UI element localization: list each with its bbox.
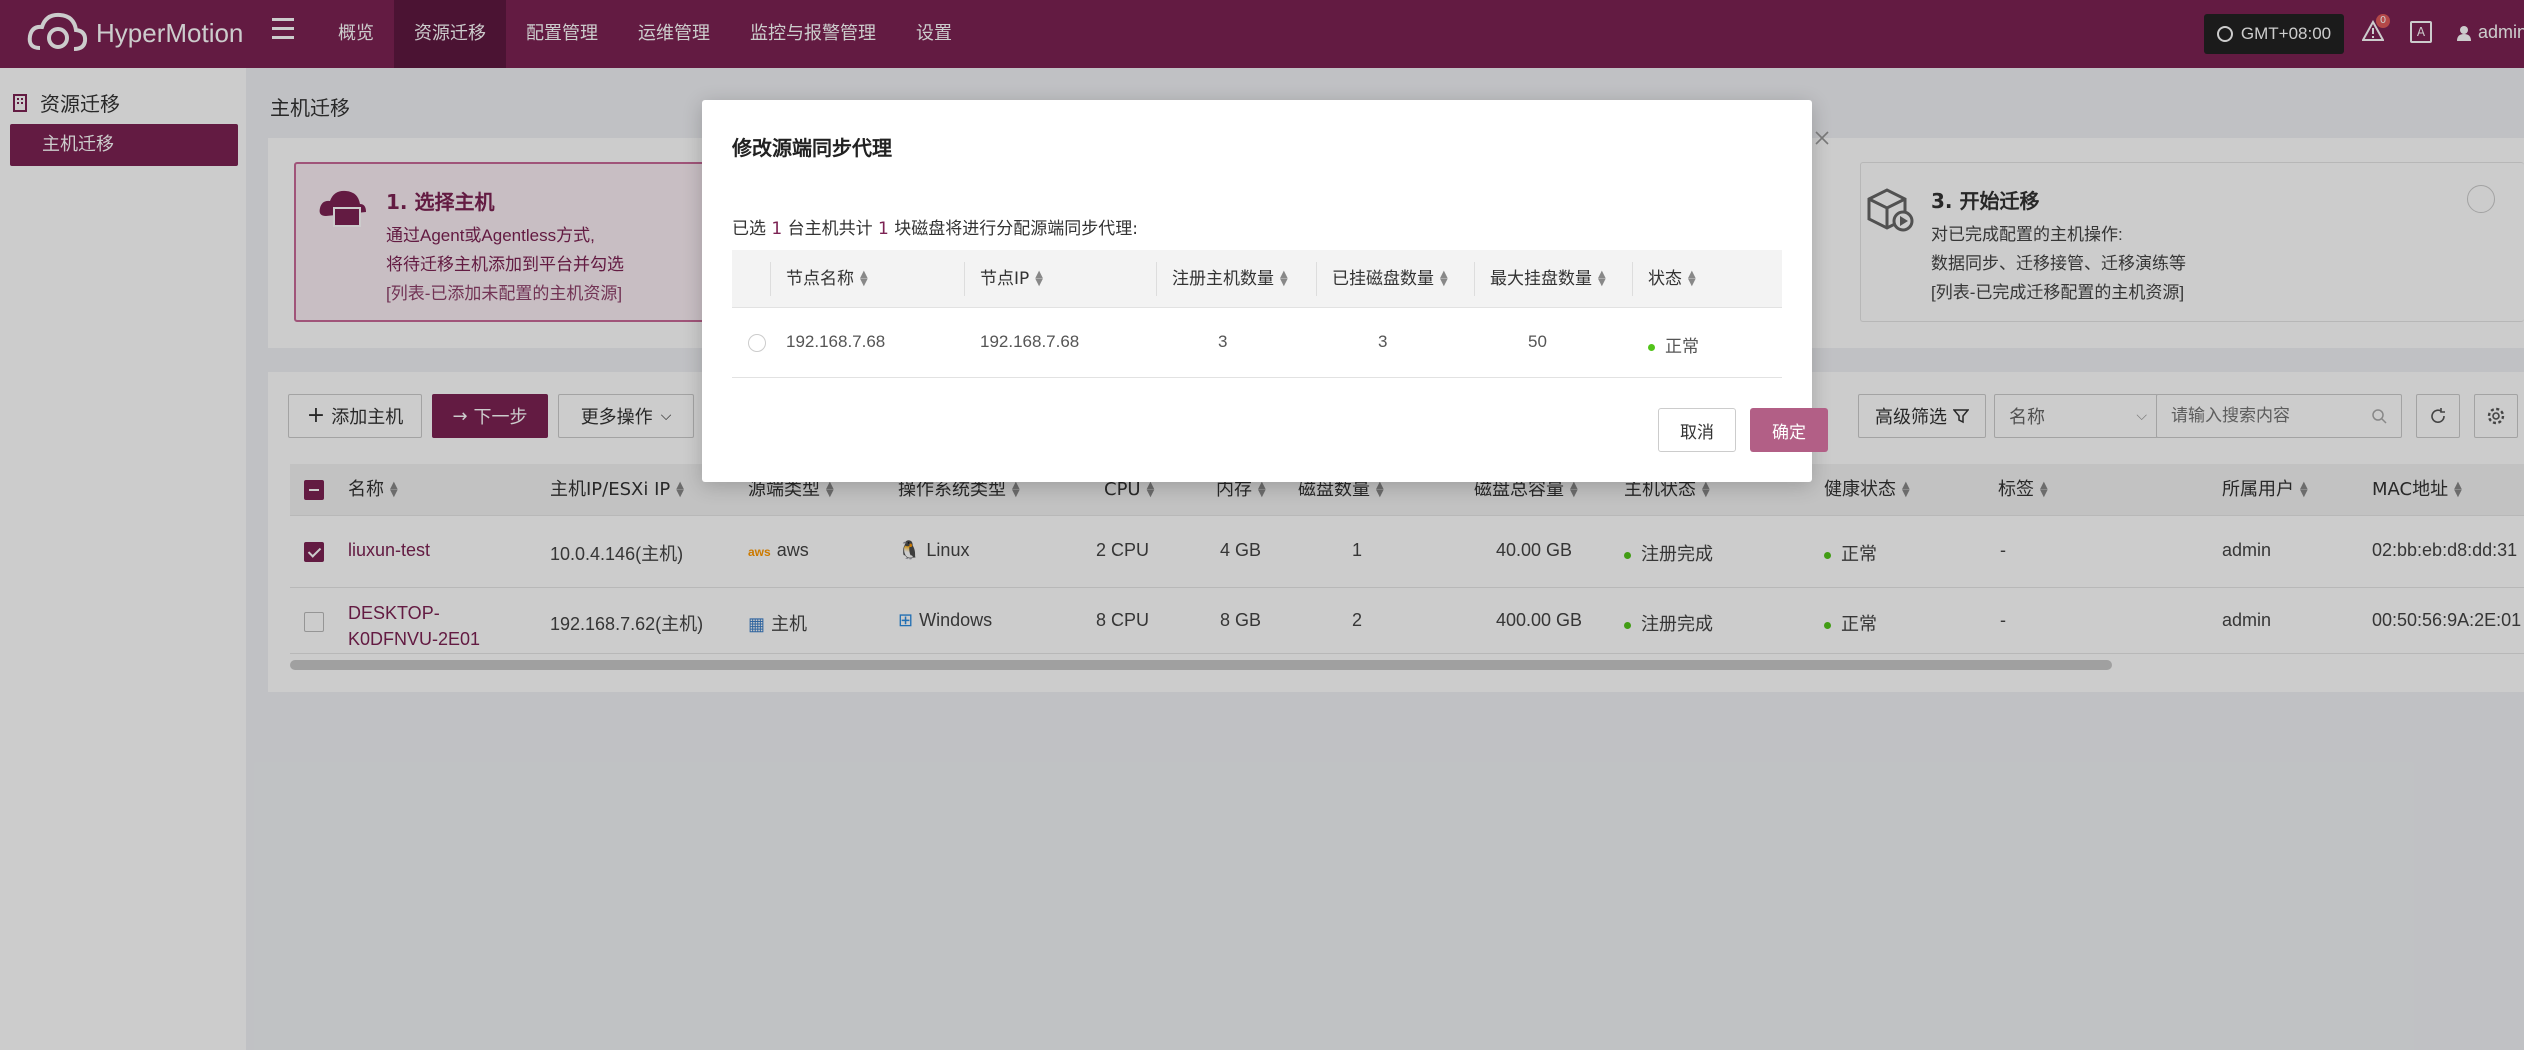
proxy-table-row[interactable]: 192.168.7.68 192.168.7.68 3 3 50 正常 <box>732 308 1782 378</box>
mounted-disks: 3 <box>1378 332 1388 351</box>
registered-hosts: 3 <box>1218 332 1228 351</box>
dialog-title: 修改源端同步代理 <box>732 136 892 160</box>
cancel-button[interactable]: 取消 <box>1658 408 1736 452</box>
col-node-name[interactable]: 节点名称 ▲ ▼ <box>786 250 868 308</box>
col-node-ip[interactable]: 节点IP ▲ ▼ <box>980 250 1043 308</box>
col-max-disks[interactable]: 最大挂盘数量 ▲ ▼ <box>1490 250 1606 308</box>
modify-sync-proxy-dialog: 修改源端同步代理 已选 1 台主机共计 1 块磁盘将进行分配源端同步代理: 节点… <box>702 100 1829 482</box>
node-name: 192.168.7.68 <box>786 332 886 351</box>
col-status[interactable]: 状态 ▲ ▼ <box>1648 250 1696 308</box>
proxy-radio[interactable] <box>748 334 766 352</box>
node-ip: 192.168.7.68 <box>980 332 1080 351</box>
col-registered-hosts[interactable]: 注册主机数量 ▲ ▼ <box>1172 250 1288 308</box>
max-disks: 50 <box>1528 332 1547 351</box>
proxy-table-header: 节点名称 ▲ ▼ 节点IP ▲ ▼ 注册主机数量 ▲ ▼ 已挂磁盘数量 ▲ ▼ 最大挂盘数量 ▲ ▼… <box>732 250 1782 308</box>
status-dot <box>1648 344 1655 352</box>
col-mounted-disks[interactable]: 已挂磁盘数量 ▲ ▼ <box>1332 250 1448 308</box>
node-status: 正常 <box>1648 332 1699 357</box>
close-icon[interactable] <box>1814 130 1830 146</box>
dialog-description: 已选 1 台主机共计 1 块磁盘将进行分配源端同步代理: <box>732 219 1139 239</box>
confirm-button[interactable]: 确定 <box>1750 408 1828 452</box>
